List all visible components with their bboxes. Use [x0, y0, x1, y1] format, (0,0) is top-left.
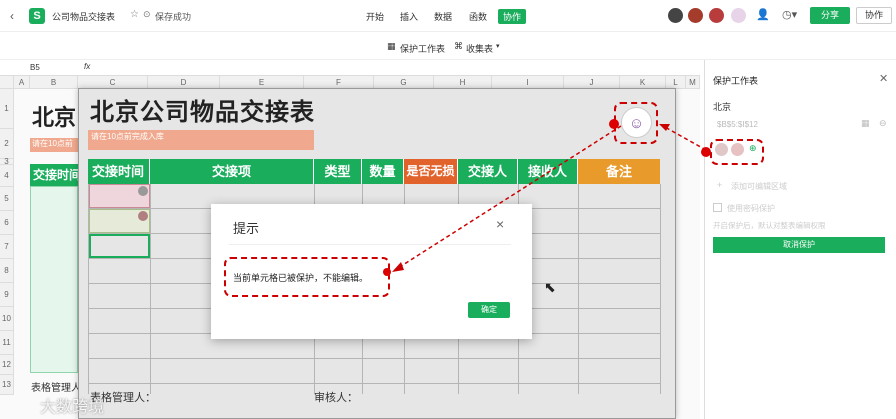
arrow-line [662, 125, 707, 151]
annotation-arrows [392, 124, 707, 272]
arrow-head [392, 262, 404, 272]
watermark: 大数跨境 [40, 399, 105, 416]
arrow-head [659, 124, 670, 131]
arrow-line [394, 125, 622, 271]
mouse-cursor-icon: ⬉ [544, 279, 556, 295]
